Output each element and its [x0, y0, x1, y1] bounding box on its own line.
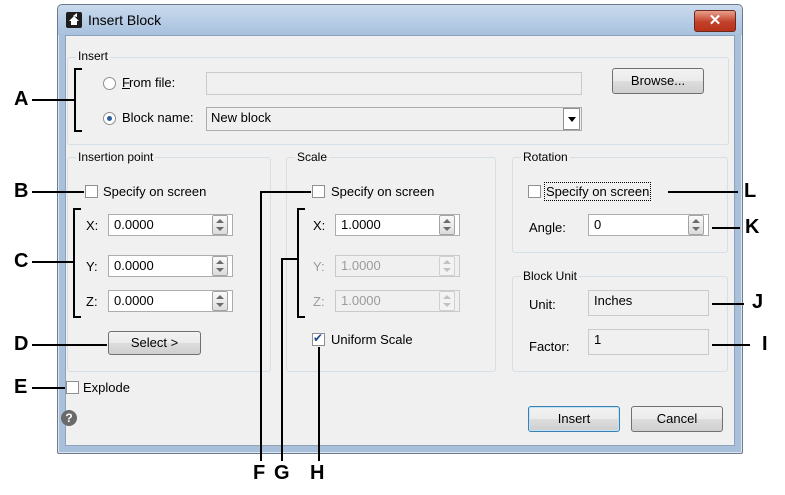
- insertion-z-label: Z:: [86, 294, 98, 309]
- callout-a-bracket-bottom: [74, 130, 82, 132]
- callout-l: L: [744, 180, 757, 202]
- title-bar: Insert Block ✕: [58, 5, 742, 35]
- callout-b: B: [14, 180, 29, 202]
- rotation-group: Rotation: [512, 150, 728, 253]
- callout-l-line: [668, 191, 738, 193]
- callout-b-line: [32, 191, 84, 193]
- scale-y-spinner[interactable]: [439, 256, 455, 276]
- scale-y-label: Y:: [313, 259, 325, 274]
- callout-g-horizontal: [282, 258, 298, 260]
- block-name-combo[interactable]: New block: [206, 107, 582, 131]
- from-file-label-text: rom file:: [128, 75, 176, 90]
- callout-f-line: [260, 191, 262, 461]
- callout-a: A: [14, 88, 29, 110]
- insertion-x-spinner[interactable]: [212, 215, 228, 235]
- insertion-x-label: X:: [86, 218, 99, 233]
- explode-checkbox[interactable]: [66, 381, 79, 394]
- insertion-y-label: Y:: [86, 259, 98, 274]
- dialog-title: Insert Block: [88, 12, 162, 28]
- from-file-label: From file:: [122, 75, 176, 90]
- callout-c-bracket-bottom: [73, 316, 81, 318]
- callout-i-line: [712, 344, 750, 346]
- scale-x-label: X:: [313, 218, 326, 233]
- help-icon[interactable]: ?: [61, 410, 77, 426]
- unit-value: Inches: [588, 290, 709, 316]
- select-button[interactable]: Select >: [108, 331, 201, 355]
- callout-h-line: [318, 347, 320, 461]
- insertion-point-group-label: Insertion point: [76, 150, 156, 164]
- callout-d: D: [14, 333, 29, 355]
- from-file-input[interactable]: [206, 72, 582, 95]
- callout-g-bracket: [297, 208, 299, 318]
- callout-c-bracket-top: [73, 208, 81, 210]
- callout-k-line: [712, 227, 740, 229]
- insert-button[interactable]: Insert: [528, 406, 620, 432]
- scale-z-label: Z:: [313, 294, 325, 309]
- insertion-z-spinner[interactable]: [212, 291, 228, 311]
- scale-x-spinner[interactable]: [439, 215, 455, 235]
- callout-g-line: [281, 258, 283, 461]
- callout-j-line: [712, 303, 744, 305]
- block-name-value: New block: [211, 110, 271, 125]
- callout-g: G: [274, 462, 290, 484]
- insertion-y-spinner[interactable]: [212, 256, 228, 276]
- insertion-specify-checkbox[interactable]: [85, 185, 98, 198]
- block-name-label: Block name:: [122, 110, 194, 125]
- cancel-button[interactable]: Cancel: [631, 406, 723, 432]
- insert-group-label: Insert: [76, 49, 111, 63]
- block-unit-group-label: Block Unit: [521, 269, 580, 283]
- callout-c-line: [32, 261, 74, 263]
- callout-a-bracket: [74, 68, 76, 132]
- scale-specify-label: Specify on screen: [331, 184, 435, 199]
- explode-label: Explode: [83, 380, 130, 395]
- rotation-group-label: Rotation: [521, 150, 570, 164]
- factor-value: 1: [588, 329, 709, 355]
- callout-g-bracket-top: [297, 208, 305, 210]
- callout-a-line: [32, 99, 75, 101]
- rotation-specify-checkbox[interactable]: [528, 185, 541, 198]
- callout-i: I: [762, 333, 768, 355]
- from-file-radio[interactable]: [103, 77, 116, 90]
- scale-group-label: Scale: [295, 150, 330, 164]
- browse-button[interactable]: Browse...: [612, 68, 704, 94]
- callout-c: C: [14, 250, 29, 272]
- uniform-scale-checkbox[interactable]: [312, 331, 325, 346]
- callout-e-line: [32, 387, 65, 389]
- angle-label: Angle:: [529, 220, 566, 235]
- callout-j: J: [752, 291, 764, 313]
- callout-a-bracket-top: [74, 68, 82, 70]
- close-button[interactable]: ✕: [694, 10, 736, 32]
- scale-specify-checkbox[interactable]: [312, 185, 325, 198]
- app-icon: [66, 12, 82, 28]
- callout-f: F: [253, 462, 266, 484]
- callout-h: H: [310, 462, 325, 484]
- callout-f-horizontal: [260, 191, 311, 193]
- callout-d-line: [32, 344, 107, 346]
- callout-c-bracket: [73, 208, 75, 318]
- callout-k: K: [745, 216, 760, 238]
- uniform-scale-label: Uniform Scale: [331, 332, 413, 347]
- chevron-down-icon[interactable]: [563, 108, 580, 130]
- unit-label: Unit:: [529, 297, 556, 312]
- close-icon: ✕: [708, 12, 722, 29]
- angle-spinner[interactable]: [688, 215, 704, 235]
- block-name-radio[interactable]: [103, 112, 116, 125]
- insertion-specify-label: Specify on screen: [103, 184, 207, 199]
- rotation-specify-label: Specify on screen: [543, 182, 652, 201]
- scale-z-spinner[interactable]: [439, 291, 455, 311]
- factor-label: Factor:: [529, 339, 570, 354]
- callout-e: E: [14, 376, 28, 398]
- callout-g-bracket-bottom: [297, 316, 305, 318]
